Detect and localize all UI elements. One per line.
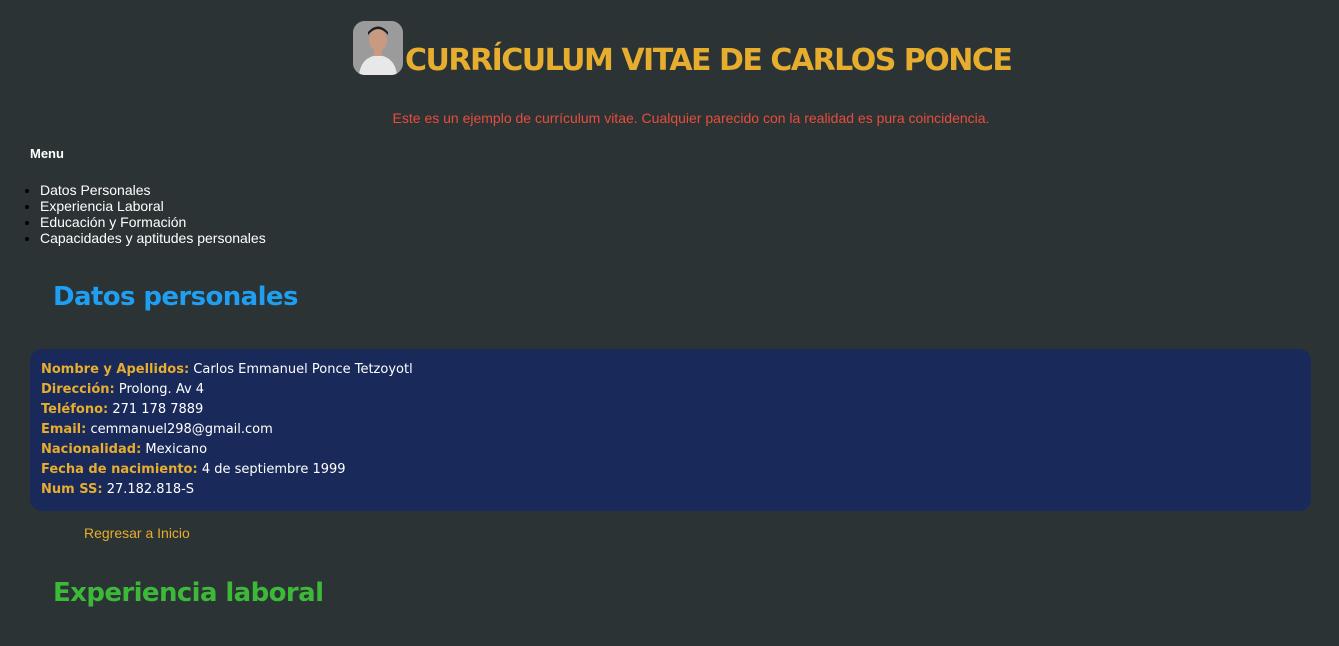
info-value: Carlos Emmanuel Ponce Tetzoyotl (193, 362, 413, 377)
menu-item-educacion: Educación y Formación (40, 214, 266, 230)
menu-item-datos-personales: Datos Personales (40, 182, 266, 198)
info-value: 4 de septiembre 1999 (201, 462, 346, 477)
info-row-nacionalidad: Nacionalidad: Mexicano (41, 440, 1300, 460)
menu-link-datos-personales[interactable]: Datos Personales (40, 182, 151, 198)
info-row-fecha-nacimiento: Fecha de nacimiento: 4 de septiembre 199… (41, 460, 1300, 480)
disclaimer: Este es un ejemplo de currículum vitae. … (392, 110, 990, 126)
info-value: 27.182.818-S (106, 482, 195, 497)
info-value: Mexicano (145, 442, 208, 457)
back-to-top-link[interactable]: Regresar a Inicio (84, 525, 190, 541)
page-title: CURRÍCULUM VITAE DE CARLOS PONCE (405, 43, 1013, 78)
menu-item-capacidades: Capacidades y aptitudes personales (40, 230, 266, 246)
info-value: cemmanuel298@gmail.com (90, 422, 273, 437)
info-row-email: Email: cemmanuel298@gmail.com (41, 420, 1300, 440)
info-label: Fecha de nacimiento: (41, 462, 198, 477)
section-title-experiencia-laboral: Experiencia laboral (53, 578, 324, 608)
avatar (353, 21, 403, 75)
info-row-telefono: Teléfono: 271 178 7889 (41, 400, 1300, 420)
info-label: Nacionalidad: (41, 442, 142, 457)
menu-title: Menu (30, 146, 64, 161)
info-label: Nombre y Apellidos: (41, 362, 190, 377)
info-row-num-ss: Num SS: 27.182.818-S (41, 480, 1300, 500)
menu-list: Datos Personales Experiencia Laboral Edu… (0, 182, 266, 246)
info-label: Num SS: (41, 482, 103, 497)
menu-item-experiencia-laboral: Experiencia Laboral (40, 198, 266, 214)
header: CURRÍCULUM VITAE DE CARLOS PONCE (353, 21, 1013, 79)
info-label: Dirección: (41, 382, 115, 397)
menu-link-capacidades[interactable]: Capacidades y aptitudes personales (40, 230, 266, 246)
info-label: Email: (41, 422, 87, 437)
info-row-nombre: Nombre y Apellidos: Carlos Emmanuel Ponc… (41, 360, 1300, 380)
section-title-datos-personales: Datos personales (53, 282, 298, 312)
info-value: 271 178 7889 (112, 402, 204, 417)
menu-link-experiencia-laboral[interactable]: Experiencia Laboral (40, 198, 164, 214)
personal-info-card: Nombre y Apellidos: Carlos Emmanuel Ponc… (30, 349, 1311, 511)
menu-link-educacion[interactable]: Educación y Formación (40, 214, 186, 230)
info-label: Teléfono: (41, 402, 109, 417)
info-row-direccion: Dirección: Prolong. Av 4 (41, 380, 1300, 400)
info-value: Prolong. Av 4 (118, 382, 205, 397)
